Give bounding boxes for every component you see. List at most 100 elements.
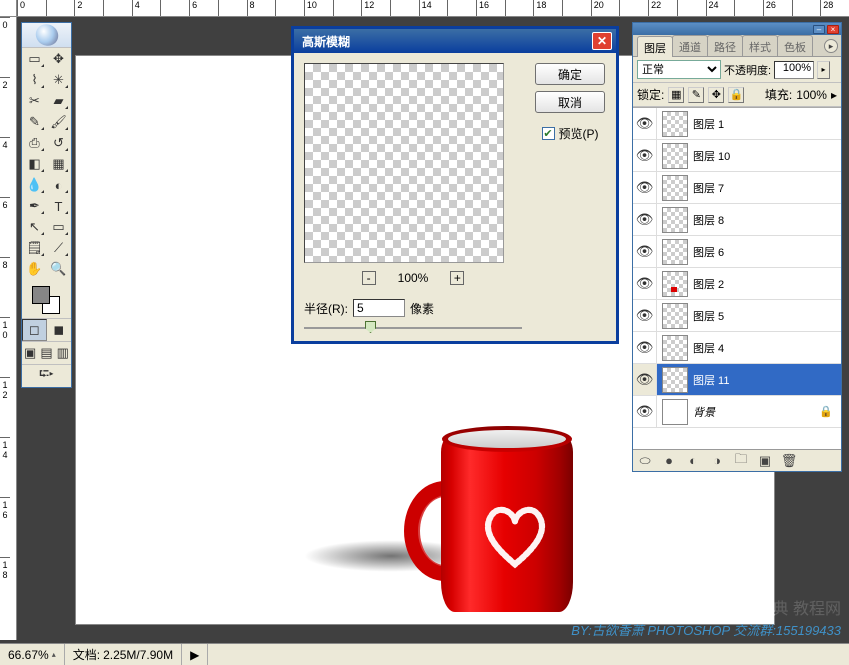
cancel-button[interactable]: 取消 [535, 91, 605, 113]
screen-mode-standard[interactable]: ▣ [22, 342, 38, 364]
layer-thumbnail[interactable] [662, 335, 688, 361]
new-group-icon[interactable]: 🗀 [733, 453, 749, 469]
panel-tab-0[interactable]: 图层 [637, 36, 673, 57]
color-swatches[interactable] [22, 280, 71, 318]
visibility-eye-icon[interactable]: 👁 [633, 332, 657, 363]
stamp-tool[interactable]: ⎙ [23, 133, 46, 153]
layer-row[interactable]: 👁 图层 4 [633, 332, 841, 364]
screen-mode-full[interactable]: ▥ [55, 342, 71, 364]
lasso-tool[interactable]: ⌇ [23, 70, 46, 90]
brush-tool[interactable]: 🖌 [47, 112, 70, 132]
status-menu[interactable]: ▶ [182, 644, 208, 665]
shape-tool[interactable]: ▭ [47, 217, 70, 237]
opacity-arrow[interactable]: ▸ [817, 61, 830, 79]
visibility-eye-icon[interactable]: 👁 [633, 172, 657, 203]
layer-row[interactable]: 👁图层 11 [633, 364, 841, 396]
visibility-eye-icon[interactable]: 👁 [633, 108, 657, 139]
panel-close-button[interactable]: × [827, 25, 839, 34]
screen-mode-full-menubar[interactable]: ▤ [38, 342, 54, 364]
history-brush-tool[interactable]: ↺ [47, 133, 70, 153]
layer-row[interactable]: 👁 图层 2 [633, 268, 841, 300]
eyedropper-tool[interactable]: ⟋ [47, 238, 70, 258]
visibility-eye-icon[interactable]: 👁 [633, 268, 657, 299]
layer-row[interactable]: 👁 图层 6 [633, 236, 841, 268]
status-zoom[interactable]: 66.67%▴ [0, 644, 65, 665]
layer-name[interactable]: 图层 10 [693, 148, 730, 164]
layer-row[interactable]: 👁 图层 7 [633, 172, 841, 204]
layer-name[interactable]: 图层 8 [693, 212, 724, 228]
layer-name[interactable]: 图层 1 [693, 116, 724, 132]
zoom-in-button[interactable]: + [450, 271, 464, 285]
preview-checkbox[interactable]: ✔ 预览(P) [542, 125, 599, 142]
panel-tab-2[interactable]: 路径 [707, 35, 743, 56]
layer-name[interactable]: 图层 11 [693, 372, 729, 388]
radius-slider[interactable] [304, 325, 522, 331]
quick-mask-mode[interactable]: ◼ [47, 319, 72, 341]
link-layers-icon[interactable]: ⬭ [637, 453, 653, 469]
ruler-origin[interactable] [0, 0, 17, 17]
marquee-tool[interactable]: ▭ [23, 49, 46, 69]
path-selection-tool[interactable]: ↖ [23, 217, 46, 237]
standard-mode[interactable]: ◻ [22, 319, 47, 341]
panel-minimize-button[interactable]: – [813, 25, 825, 34]
layer-name[interactable]: 图层 7 [693, 180, 724, 196]
visibility-eye-icon[interactable]: 👁 [633, 300, 657, 331]
visibility-eye-icon[interactable]: 👁 [633, 396, 657, 427]
ok-button[interactable]: 确定 [535, 63, 605, 85]
lock-transparency-button[interactable]: ▦ [668, 87, 684, 103]
layer-name[interactable]: 图层 6 [693, 244, 724, 260]
notes-tool[interactable]: 🗒 [23, 238, 46, 258]
move-tool[interactable]: ✥ [47, 49, 70, 69]
layer-thumbnail[interactable] [662, 143, 688, 169]
zoom-tool[interactable]: 🔍 [47, 259, 70, 279]
adjustment-layer-icon[interactable]: ◑ [709, 453, 725, 469]
layer-row[interactable]: 👁 图层 5 [633, 300, 841, 332]
panel-tab-4[interactable]: 色板 [777, 35, 813, 56]
layer-style-icon[interactable]: ● [661, 453, 677, 469]
dodge-tool[interactable]: ◐ [47, 175, 70, 195]
visibility-eye-icon[interactable]: 👁 [633, 204, 657, 235]
zoom-out-button[interactable]: - [362, 271, 376, 285]
layer-thumbnail[interactable] [662, 399, 688, 425]
ruler-vertical[interactable]: 024681012141618 [0, 17, 17, 640]
blend-mode-select[interactable]: 正常 [637, 60, 721, 79]
layer-thumbnail[interactable] [662, 239, 688, 265]
layer-thumbnail[interactable] [662, 207, 688, 233]
close-button[interactable]: ✕ [592, 32, 612, 50]
fill-arrow[interactable]: ▸ [831, 88, 837, 102]
dialog-titlebar[interactable]: 高斯模糊 ✕ [294, 29, 616, 53]
layer-name[interactable]: 图层 2 [693, 276, 724, 292]
layer-name[interactable]: 图层 4 [693, 340, 724, 356]
healing-brush-tool[interactable]: ✎ [23, 112, 46, 132]
layer-thumbnail[interactable] [662, 271, 688, 297]
panel-tab-3[interactable]: 样式 [742, 35, 778, 56]
type-tool[interactable]: T [47, 196, 70, 216]
blur-tool[interactable]: 💧 [23, 175, 46, 195]
layer-row[interactable]: 👁 图层 8 [633, 204, 841, 236]
panel-titlebar[interactable]: – × [633, 23, 841, 35]
opacity-value[interactable]: 100% [774, 61, 814, 79]
fill-value[interactable]: 100% [796, 88, 827, 102]
filter-preview[interactable] [304, 63, 504, 263]
lock-image-button[interactable]: ✎ [688, 87, 704, 103]
layer-thumbnail[interactable] [662, 111, 688, 137]
new-layer-icon[interactable]: ▣ [757, 453, 773, 469]
radius-input[interactable] [353, 299, 405, 317]
pen-tool[interactable]: ✒ [23, 196, 46, 216]
hand-tool[interactable]: ✋ [23, 259, 46, 279]
status-doc-size[interactable]: 文档:2.25M/7.90M [65, 644, 182, 665]
layer-thumbnail[interactable] [662, 303, 688, 329]
crop-tool[interactable]: ✂ [23, 91, 46, 111]
slider-thumb[interactable] [365, 321, 376, 333]
layer-name[interactable]: 图层 5 [693, 308, 724, 324]
toolbox-header[interactable] [22, 23, 71, 48]
panel-tab-1[interactable]: 通道 [672, 35, 708, 56]
gradient-tool[interactable]: ▦ [47, 154, 70, 174]
ruler-horizontal[interactable]: 0246810121416182022242628 [17, 0, 849, 17]
layer-name[interactable]: 背景 [693, 404, 715, 420]
jump-to-imageready[interactable]: ⮓▸ [22, 365, 71, 387]
eraser-tool[interactable]: ◧ [23, 154, 46, 174]
layer-thumbnail[interactable] [662, 175, 688, 201]
delete-layer-icon[interactable]: 🗑 [781, 453, 797, 469]
visibility-eye-icon[interactable]: 👁 [633, 236, 657, 267]
